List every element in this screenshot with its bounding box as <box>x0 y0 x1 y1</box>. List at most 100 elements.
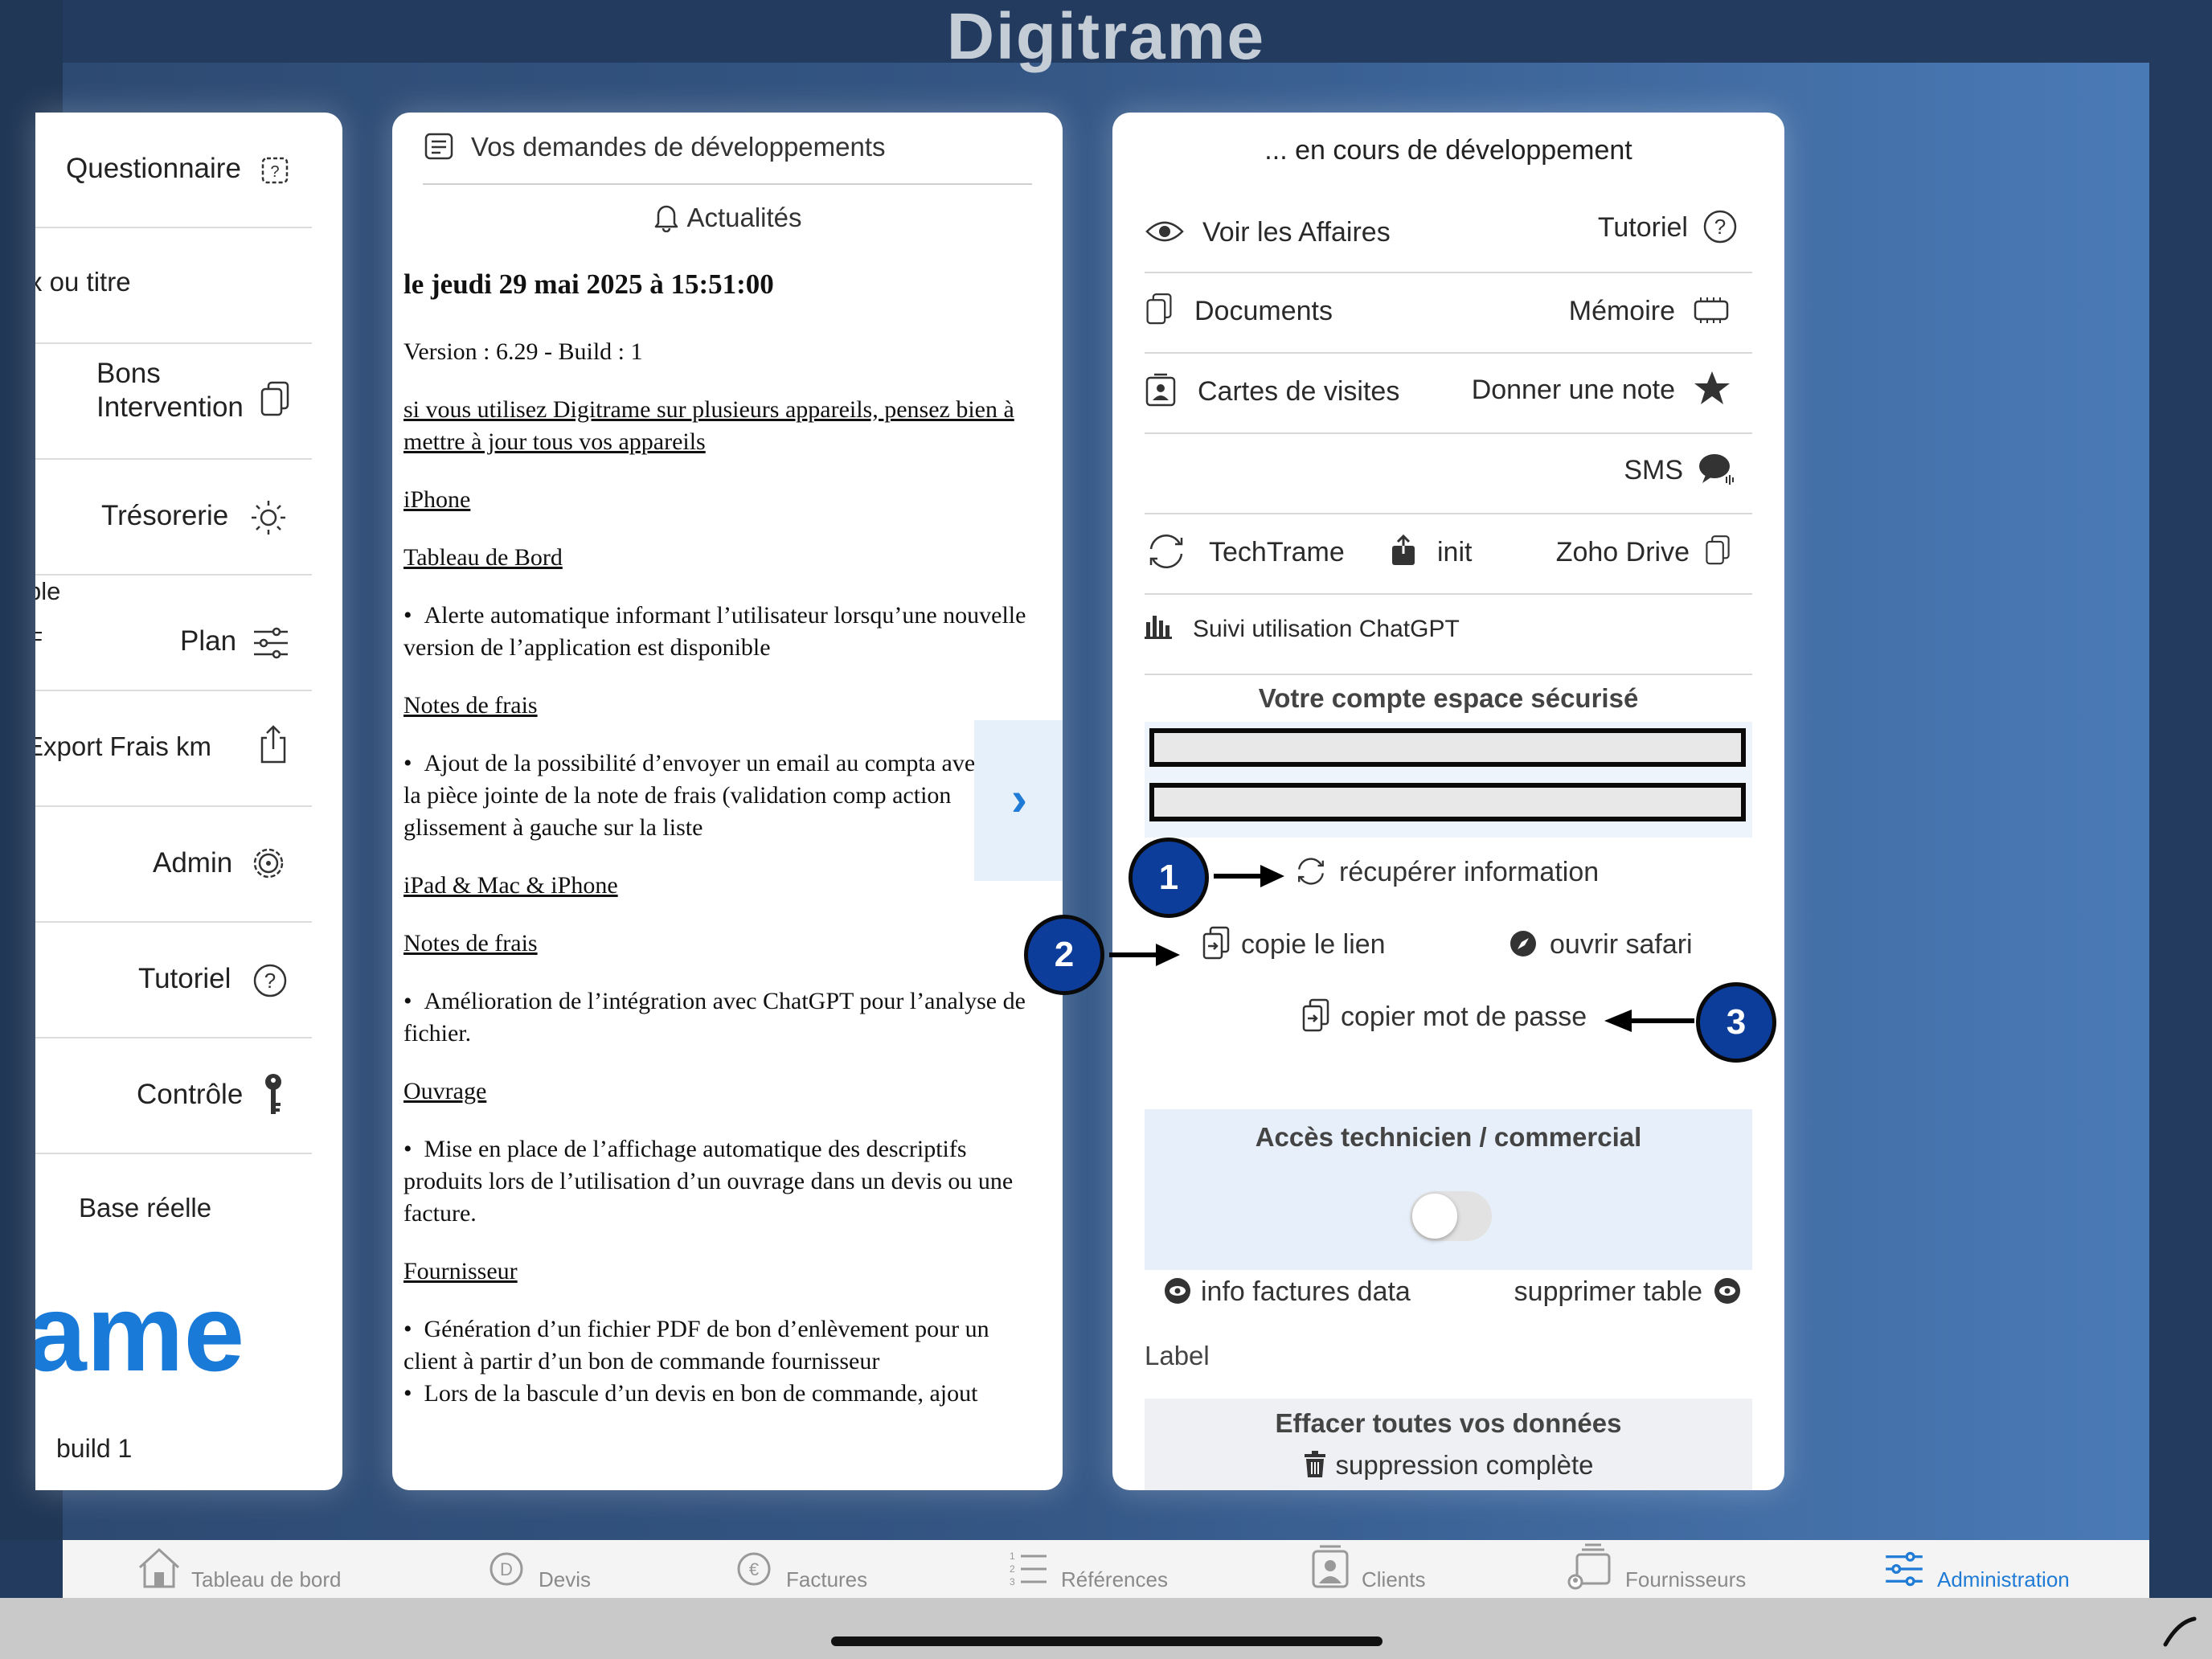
ouvrir-safari-button[interactable]: ouvrir safari <box>1509 929 1693 961</box>
menu-item-label: Plan <box>180 625 237 657</box>
divider <box>1145 432 1752 434</box>
row-affaires-tutoriel: Voir les Affaires Tutoriel? <box>1145 210 1752 257</box>
heading-notes-de-frais: Notes de frais <box>403 692 538 719</box>
divider <box>1145 674 1752 675</box>
suppression-label: suppression complète <box>1335 1450 1594 1480</box>
acces-toggle[interactable] <box>1410 1191 1492 1241</box>
menu-item-label: Admin <box>153 847 233 879</box>
acces-technicien-title: Accès technicien / commercial <box>1255 1122 1642 1152</box>
panel-header[interactable]: Vos demandes de développements <box>424 132 886 162</box>
donner-note-label: Donner une note <box>1471 375 1675 405</box>
suppression-complete-button[interactable]: suppression complète <box>1145 1450 1752 1481</box>
left-menu-panel: Questionnaire ? x ou titre Bons Interven… <box>35 113 342 1490</box>
recuperer-information-button[interactable]: récupérer information <box>1294 857 1599 888</box>
cut-off-label: F <box>35 627 43 652</box>
zoho-drive-button[interactable]: Zoho Drive <box>1556 535 1731 568</box>
menu-item-bons-intervention[interactable]: Bons Intervention <box>35 342 312 460</box>
tutoriel-label: Tutoriel <box>1597 212 1688 243</box>
sliders-icon <box>1886 1551 1923 1587</box>
sms-button[interactable]: SMS <box>1624 454 1735 486</box>
menu-item-controle[interactable]: Contrôle <box>35 1037 312 1154</box>
supprimer-table-button[interactable]: supprimer table <box>1514 1276 1741 1308</box>
compass-icon <box>1510 931 1536 957</box>
share-icon <box>260 725 286 764</box>
bullet-email: • Ajout de la possibilité d’envoyer un e… <box>403 748 998 844</box>
panel-title: ... en cours de développement <box>1264 135 1632 166</box>
divider <box>1145 513 1752 514</box>
devis-icon: D <box>490 1552 523 1586</box>
menu-item-titre[interactable]: x ou titre <box>35 227 312 344</box>
suivi-label: Suivi utilisation ChatGPT <box>1193 616 1460 642</box>
tab-label: Références <box>1061 1567 1168 1591</box>
voir-affaires-label: Voir les Affaires <box>1202 217 1391 248</box>
memoire-button[interactable]: Mémoire <box>1569 296 1730 327</box>
heading-fournisseur: Fournisseur <box>403 1258 518 1284</box>
background <box>63 63 2149 1598</box>
row-sms: SMS <box>1145 453 1752 498</box>
documents-icon <box>1146 293 1172 325</box>
tab-label: Tableau de bord <box>191 1567 342 1591</box>
cartes-visites-button[interactable]: Cartes de visites <box>1145 373 1399 408</box>
effacer-donnees-section: Effacer toutes vos données suppression c… <box>1145 1399 1752 1490</box>
techtrame-button[interactable]: TechTrame <box>1145 534 1345 570</box>
eye-icon <box>1145 221 1184 242</box>
menu-item-plan[interactable]: ble F Plan <box>35 574 312 691</box>
menu-item-admin[interactable]: Admin <box>35 805 312 923</box>
svg-text:1: 1 <box>1010 1550 1015 1562</box>
label-text: Label <box>1145 1341 1210 1370</box>
voir-affaires-button[interactable]: Voir les Affaires <box>1145 217 1391 248</box>
news-label: Actualités <box>686 203 802 232</box>
logo-fragment: ame <box>35 1272 245 1394</box>
menu-item-base-reelle[interactable]: Base réelle <box>35 1153 312 1265</box>
bullet-text: Mise en place de l’affichage automatique… <box>403 1136 1014 1227</box>
tab-bar: Tableau de bord D Devis € Factures 123 R… <box>63 1540 2149 1598</box>
house-icon <box>138 1547 180 1588</box>
development-requests-panel: Vos demandes de développements Actualité… <box>392 113 1063 1490</box>
menu-item-export-frais-km[interactable]: Export Frais km <box>35 690 312 807</box>
contact-card-icon <box>1145 373 1176 407</box>
trash-icon <box>1305 1451 1326 1478</box>
copie-lien-label: copie le lien <box>1241 929 1386 960</box>
copier-mot-de-passe-button[interactable]: copier mot de passe <box>1302 998 1587 1033</box>
bullet: • <box>403 1136 424 1162</box>
svg-text:?: ? <box>270 163 279 181</box>
secure-field-1[interactable] <box>1149 728 1746 767</box>
svg-text:D: D <box>500 1559 513 1579</box>
arrow-left-icon <box>1604 1010 1694 1032</box>
menu-item-label: x ou titre <box>35 267 131 297</box>
list-doc-icon <box>424 133 453 160</box>
news-date: le jeudi 29 mai 2025 à 15:51:00 <box>403 268 774 300</box>
clients-icon <box>1312 1545 1349 1588</box>
eye-circle-icon <box>1165 1278 1190 1305</box>
sun-icon <box>252 501 285 535</box>
home-indicator[interactable] <box>831 1636 1382 1646</box>
expand-chevron-button[interactable]: › <box>974 720 1063 881</box>
info-factures-button[interactable]: info factures data <box>1164 1276 1411 1308</box>
bullet-chatgpt: • Amélioration de l’intégration avec Cha… <box>403 985 1042 1050</box>
menu-item-tutoriel[interactable]: Tutoriel ? <box>35 921 312 1038</box>
init-button[interactable]: init <box>1391 535 1472 568</box>
suivi-chatgpt-button[interactable]: Suivi utilisation ChatGPT <box>1145 616 1752 661</box>
key-icon <box>265 1074 281 1114</box>
svg-text:3: 3 <box>1010 1576 1015 1587</box>
euro-icon: € <box>737 1552 771 1586</box>
tab-label: Factures <box>786 1567 868 1591</box>
secure-field-2[interactable] <box>1149 783 1746 821</box>
heading-ipad-mac-iphone: iPad & Mac & iPhone <box>403 872 618 899</box>
menu-item-questionnaire[interactable]: Questionnaire ? <box>35 113 312 228</box>
news-header[interactable]: Actualités <box>392 203 1063 233</box>
bullet-text: Génération d’un fichier PDF de bon d’enl… <box>403 1316 989 1374</box>
documents-button[interactable]: Documents <box>1145 293 1333 327</box>
memory-chip-icon <box>1694 297 1729 324</box>
fournisseurs-icon <box>1567 1543 1611 1590</box>
svg-text:?: ? <box>1714 215 1726 239</box>
copier-mdp-label: copier mot de passe <box>1341 1002 1587 1032</box>
copie-lien-button[interactable]: copie le lien <box>1202 926 1386 961</box>
divider <box>423 183 1032 185</box>
refresh-icon <box>1298 858 1324 885</box>
menu-item-label: Contrôle <box>137 1079 244 1110</box>
donner-note-button[interactable]: Donner une note <box>1471 371 1731 407</box>
menu-item-tresorerie[interactable]: Trésorerie <box>35 458 312 576</box>
tutoriel-button[interactable]: Tutoriel? <box>1597 210 1738 244</box>
copy-doc-icon <box>1302 998 1329 1032</box>
